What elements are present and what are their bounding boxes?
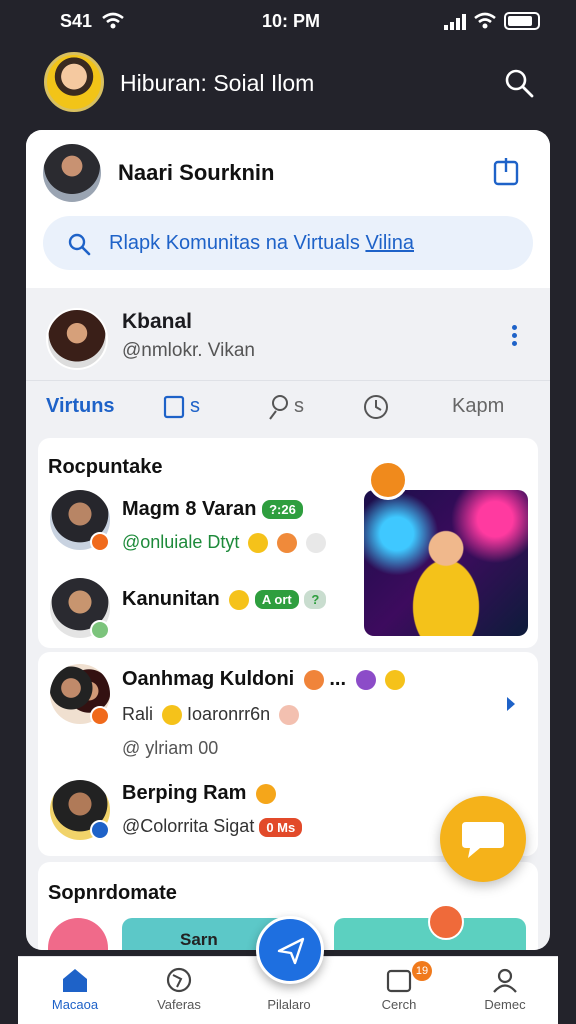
chevron-right-icon[interactable] xyxy=(504,694,518,714)
tab-second[interactable]: s xyxy=(190,395,200,418)
sparkle-icon xyxy=(277,533,298,554)
grapes-icon xyxy=(355,669,376,690)
nav-home[interactable]: Macaoa xyxy=(30,957,120,1024)
status-badge xyxy=(90,532,110,552)
community-search-input[interactable]: Rlapk Komunitas na Virtuals Vilina xyxy=(43,216,533,270)
square-icon[interactable] xyxy=(162,393,190,421)
status-bar: S41 10: PM xyxy=(0,0,576,44)
emoji-icon xyxy=(303,669,324,690)
count-pill: A ort xyxy=(254,590,299,610)
status-badge xyxy=(90,620,110,640)
battery-icon xyxy=(504,12,540,30)
list-item-sub: @Colorrita Sigat 0 Ms xyxy=(122,816,303,837)
list-item-name[interactable]: Berping Ram xyxy=(122,782,277,805)
tab-kapm[interactable]: Kapm xyxy=(452,395,504,418)
item-name-suffix: ... xyxy=(329,668,347,690)
section-title: Sopnrdomate xyxy=(48,882,177,904)
search-placeholder: Rlapk Komunitas na Virtuals xyxy=(109,232,360,254)
list-item-name[interactable]: Oanhmag Kuldoni ... xyxy=(122,668,406,691)
composer-card: Naari Sourknin Rlapk Komunitas na Virtua… xyxy=(26,130,550,288)
star-icon xyxy=(385,669,406,690)
nav-profile[interactable]: Demec xyxy=(460,957,550,1024)
status-time: 10: PM xyxy=(262,11,321,31)
count-pill: ?:26 xyxy=(262,500,303,520)
feed-card: Rocpuntake Magm 8 Varan ?:26 @onluiale D… xyxy=(38,438,538,648)
home-icon xyxy=(63,969,87,992)
item-name-text: Magm 8 Varan xyxy=(122,498,257,520)
photo-badge-icon xyxy=(368,460,408,500)
profile-handle: @nmlokr. Vikan xyxy=(122,340,255,361)
list-item-meta: @ ylriam 00 xyxy=(122,738,219,758)
item-name-text: Oanhmag Kuldoni xyxy=(122,668,295,690)
app-title: Hiburan: Soial Ilom xyxy=(120,70,315,96)
more-options-icon[interactable] xyxy=(510,322,518,352)
list-item-name[interactable]: Kanunitan A ort ? xyxy=(122,588,327,611)
search-link[interactable]: Vilina xyxy=(365,232,414,254)
item-name-text: Kanunitan xyxy=(122,588,220,610)
user-avatar[interactable] xyxy=(43,144,101,202)
emoji-icon xyxy=(229,589,250,610)
share-icon[interactable] xyxy=(492,156,520,186)
emoji-icon xyxy=(162,705,183,726)
tab-third[interactable]: s xyxy=(294,395,304,418)
inbox-icon xyxy=(386,969,412,993)
tab-bar: Virtuns s s Kapm xyxy=(26,380,550,432)
user-icon xyxy=(493,968,517,993)
status-time-left: S41 xyxy=(60,11,93,31)
emoji-icon xyxy=(248,533,269,554)
coin-icon xyxy=(256,783,277,804)
profile-name: Kbanal xyxy=(122,310,193,333)
nav-label: Vaferas xyxy=(157,997,201,1012)
tag-pill: ? xyxy=(304,590,327,610)
chat-icon xyxy=(462,822,504,858)
count-pill: 0 Ms xyxy=(259,817,303,837)
section-title: Rocpuntake xyxy=(48,456,163,478)
item-sub-text: @onluiale Dtyt xyxy=(122,532,240,552)
globe-icon xyxy=(166,967,192,993)
nav-label: Macaoa xyxy=(51,997,99,1012)
status-badge xyxy=(90,706,110,726)
cellular-signal-icon xyxy=(444,14,466,30)
history-icon[interactable] xyxy=(362,393,390,421)
wifi-icon-right xyxy=(474,12,496,29)
chat-bubble-icon xyxy=(428,904,464,940)
item-sub-text: Rali xyxy=(122,704,154,724)
item-name-text: Berping Ram xyxy=(122,782,247,804)
profile-avatar[interactable] xyxy=(46,308,108,370)
featured-photo[interactable] xyxy=(364,490,528,636)
compose-button[interactable] xyxy=(256,916,324,984)
profile-row[interactable]: Kbanal @nmlokr. Vikan xyxy=(26,300,550,378)
notification-badge: 19 xyxy=(412,961,432,981)
people-icon[interactable] xyxy=(266,393,294,421)
list-item-sub: Rali Ioaronrr6n xyxy=(122,704,300,726)
app-header: Hiburan: Soial Ilom xyxy=(0,48,576,120)
user-name: Naari Sourknin xyxy=(118,160,275,185)
nav-label: Cerch xyxy=(381,997,417,1012)
header-avatar[interactable] xyxy=(44,52,104,112)
nav-label: Pilalaro xyxy=(267,997,311,1012)
send-icon xyxy=(277,937,305,965)
nav-label: Demec xyxy=(484,997,526,1012)
list-item-name[interactable]: Magm 8 Varan ?:26 xyxy=(122,498,303,521)
nav-explore[interactable]: Vaferas xyxy=(134,957,224,1024)
thumb-text: Sarn xyxy=(180,930,218,949)
search-icon xyxy=(68,233,91,256)
item-sub-text-2: Ioaronrr6n xyxy=(187,704,271,724)
tag-icon xyxy=(279,705,300,726)
tab-virtuns[interactable]: Virtuns xyxy=(46,395,115,418)
search-icon[interactable] xyxy=(504,68,534,98)
floating-action-button[interactable] xyxy=(440,796,526,882)
wifi-icon xyxy=(102,12,124,29)
list-item-sub: @onluiale Dtyt xyxy=(122,532,327,554)
search-text: Rlapk Komunitas na Virtuals Vilina xyxy=(109,232,414,255)
status-badge xyxy=(90,820,110,840)
heart-icon xyxy=(306,533,327,554)
item-sub-text: @Colorrita Sigat xyxy=(122,816,255,836)
thumb-item[interactable] xyxy=(48,918,108,950)
